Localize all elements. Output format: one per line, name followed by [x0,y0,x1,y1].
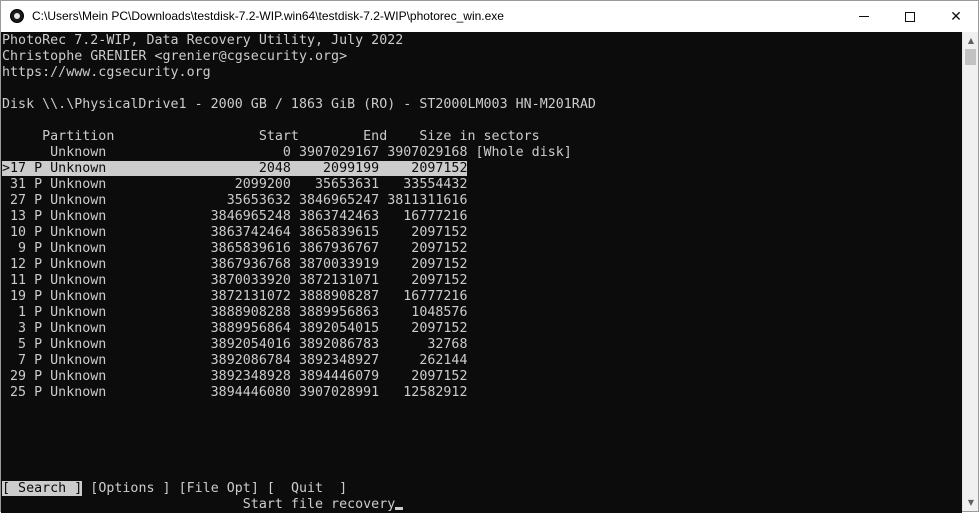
partition-table-header: Partition Start End Size in sectors [2,129,540,144]
partition-row[interactable]: 12 P Unknown 3867936768 3870033919 20971… [2,257,467,273]
partition-row[interactable]: 5 P Unknown 3892054016 3892086783 32768 [2,337,467,353]
partition-row[interactable]: 19 P Unknown 3872131072 3888908287 16777… [2,289,467,305]
terminal-area[interactable]: PhotoRec 7.2-WIP, Data Recovery Utility,… [1,32,962,513]
author-line: Christophe GRENIER <grenier@cgsecurity.o… [2,49,348,64]
bottom-menu: [ Search ] [Options ] [File Opt] [ Quit … [2,481,347,497]
maximize-button[interactable] [887,1,933,32]
selected-row-text[interactable]: >17 P Unknown 2048 2099199 2097152 [2,161,468,176]
text-cursor [395,507,404,510]
menu-gap [259,481,267,496]
menu-gap [171,481,179,496]
partition-row[interactable]: 11 P Unknown 3870033920 3872131071 20971… [2,273,467,289]
photorec-app-icon [10,9,24,23]
partition-row[interactable]: 10 P Unknown 3863742464 3865839615 20971… [2,225,467,241]
action-hint-line: Start file recovery [2,497,404,513]
partition-row[interactable]: 1 P Unknown 3888908288 3889956863 104857… [2,305,467,321]
partition-row[interactable]: 13 P Unknown 3846965248 3863742463 16777… [2,209,467,225]
partition-row[interactable]: 25 P Unknown 3894446080 3907028991 12582… [2,385,467,401]
partition-row-selected[interactable]: >17 P Unknown 2048 2099199 2097152 [2,161,468,177]
partition-row[interactable]: 7 P Unknown 3892086784 3892348927 262144 [2,353,467,369]
scrollbar-thumb[interactable] [965,49,976,65]
scroll-down-arrow-icon[interactable]: ▼ [963,494,979,511]
partition-row[interactable]: 29 P Unknown 3892348928 3894446079 20971… [2,369,467,385]
program-name-line: PhotoRec 7.2-WIP, Data Recovery Utility,… [2,33,404,48]
quit-button[interactable]: [ Quit ] [267,481,347,496]
console-window: C:\Users\Mein PC\Downloads\testdisk-7.2-… [0,0,979,513]
partition-row[interactable]: 3 P Unknown 3889956864 3892054015 209715… [2,321,467,337]
action-hint: Start file recovery [2,497,396,512]
scroll-up-arrow-icon[interactable]: ▲ [963,32,979,49]
partition-row-whole-disk[interactable]: Unknown 0 3907029167 3907029168 [Whole d… [2,145,572,161]
minimize-icon [859,16,869,17]
options-button[interactable]: [Options ] [90,481,170,496]
file-opt-button[interactable]: [File Opt] [179,481,259,496]
vertical-scrollbar[interactable]: ▲ ▼ [962,32,978,511]
partition-row[interactable]: 31 P Unknown 2099200 35653631 33554432 [2,177,467,193]
minimize-button[interactable] [841,1,887,32]
search-button[interactable]: [ Search ] [2,481,83,496]
partition-row[interactable]: 9 P Unknown 3865839616 3867936767 209715… [2,241,467,257]
close-button[interactable]: ✕ [933,1,979,32]
close-icon: ✕ [950,8,962,25]
window-title: C:\Users\Mein PC\Downloads\testdisk-7.2-… [32,9,504,23]
maximize-icon [905,11,915,22]
title-bar[interactable]: C:\Users\Mein PC\Downloads\testdisk-7.2-… [1,1,978,32]
disk-info-line: Disk \\.\PhysicalDrive1 - 2000 GB / 1863… [2,97,596,112]
website-line: https://www.cgsecurity.org [2,65,211,80]
partition-row[interactable]: 27 P Unknown 35653632 3846965247 3811311… [2,193,467,209]
